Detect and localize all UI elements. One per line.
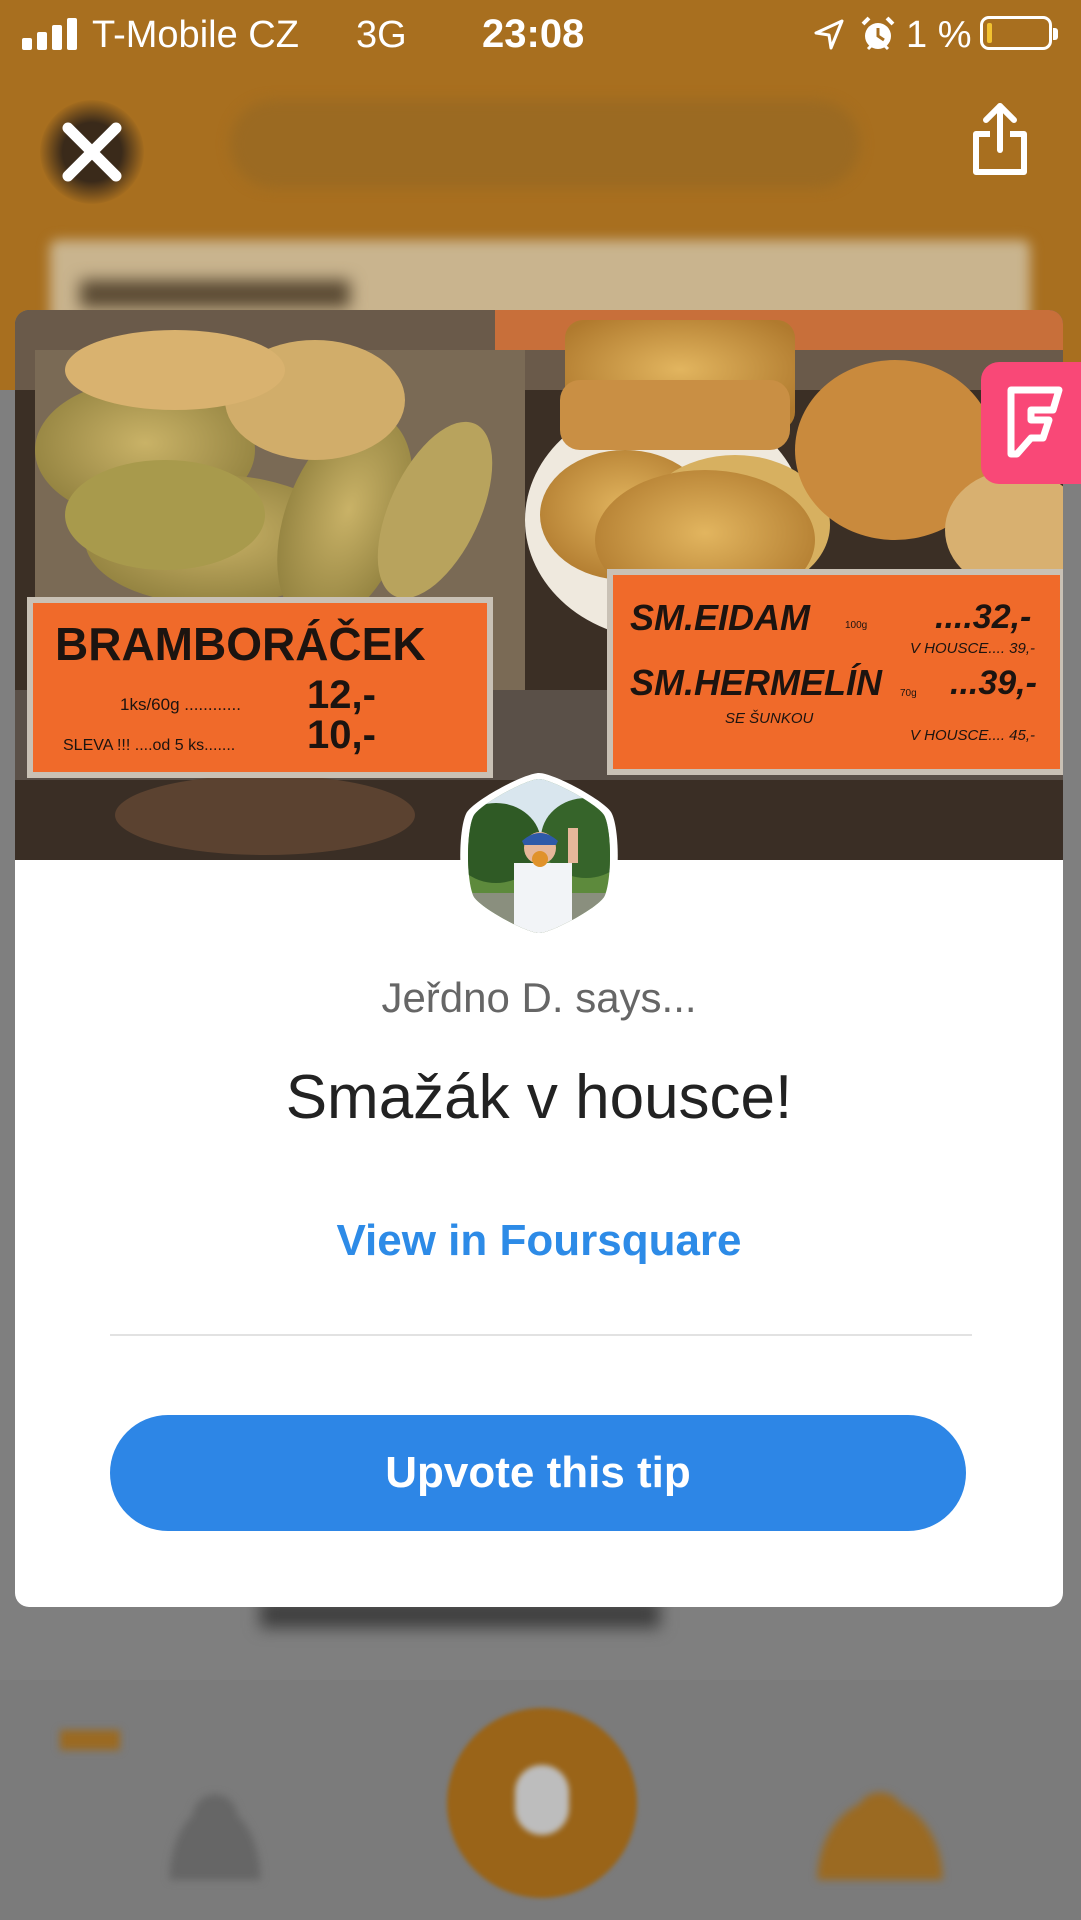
sign-left-line1: 1ks/60g ............ — [120, 695, 241, 714]
sign-left-price2: 10,- — [307, 713, 376, 757]
location-arrow-icon — [814, 19, 844, 50]
divider — [110, 1334, 972, 1336]
sign-right-item2-weight: 70g — [900, 688, 917, 699]
carrier-name: T-Mobile CZ — [92, 14, 299, 56]
venue-bar-text-blurred — [80, 280, 350, 308]
network-type: 3G — [356, 14, 407, 56]
foursquare-badge[interactable] — [981, 362, 1081, 484]
profile-tab-icon — [160, 1790, 270, 1880]
sign-left-title: BRAMBORÁČEK — [55, 618, 426, 670]
sign-right-sub1: V HOUSCE.... 39,- — [910, 640, 1035, 657]
sign-left-line2: SLEVA !!! ....od 5 ks....... — [63, 737, 235, 754]
close-icon — [62, 122, 122, 182]
avatar — [460, 773, 618, 939]
close-button[interactable] — [40, 100, 144, 204]
tip-text: Smažák v housce! — [285, 1063, 793, 1132]
upvote-button[interactable]: Upvote this tip — [110, 1415, 966, 1531]
search-bar-blurred — [230, 100, 860, 188]
battery-percent: 1 % — [906, 14, 972, 56]
sign-right-item1: SM.EIDAM — [630, 597, 811, 638]
location-pin-icon — [515, 1765, 569, 1835]
alarm-clock-icon — [861, 16, 895, 51]
share-icon — [973, 103, 1027, 175]
sign-left-price1: 12,- — [307, 673, 376, 717]
sign-right-price2: ...39,- — [950, 664, 1037, 702]
sign-right-sub2b: V HOUSCE.... 45,- — [910, 727, 1035, 744]
friends-tab-icon — [810, 1790, 950, 1880]
author-avatar[interactable] — [456, 773, 622, 939]
clock: 23:08 — [482, 12, 585, 56]
tab-indicator-blurred — [60, 1730, 120, 1750]
sign-right-item1-weight: 100g — [845, 620, 867, 631]
tip-card: BRAMBORÁČEK 1ks/60g ............ 12,- SL… — [15, 310, 1063, 1607]
tip-author: Jeřdno D. says... — [381, 974, 697, 1021]
share-button[interactable] — [970, 100, 1030, 180]
foursquare-logo-icon — [1007, 386, 1063, 458]
view-in-foursquare-link[interactable]: View in Foursquare — [15, 1216, 1063, 1266]
status-bar: T-Mobile CZ 3G 23:08 1 % — [0, 0, 1081, 70]
sign-right-price1: ....32,- — [935, 598, 1031, 636]
sign-right-item2: SM.HERMELÍN — [630, 662, 883, 703]
sign-right-sub2a: SE ŠUNKOU — [725, 710, 814, 727]
battery-icon — [980, 16, 1058, 50]
signal-strength-icon — [22, 18, 77, 50]
